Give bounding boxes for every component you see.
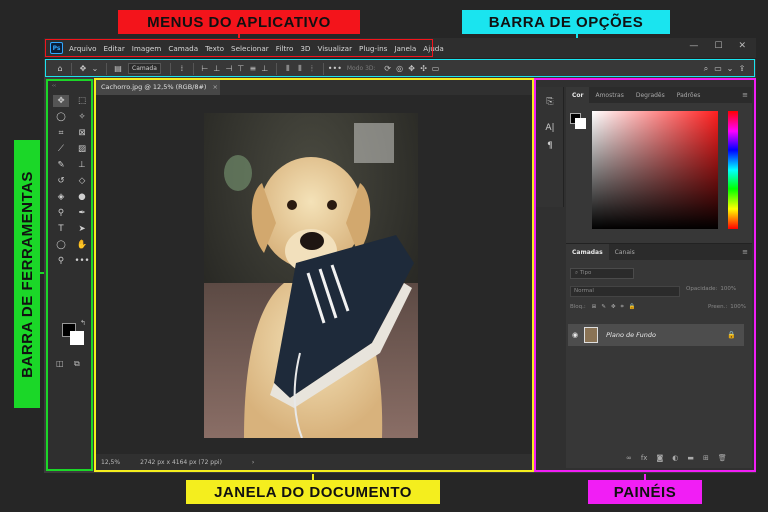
tools-highlight-frame [46,79,93,471]
window-controls: — ☐ ✕ [689,41,746,51]
document-highlight-frame [94,78,534,472]
callout-tools-label: BARRA DE FERRAMENTAS [14,140,40,408]
callout-document-label: JANELA DO DOCUMENTO [186,480,440,504]
options-highlight-frame [45,59,755,77]
connector-panels [644,474,646,480]
minimize-button[interactable]: — [689,41,698,51]
callout-panels-label: PAINÉIS [588,480,702,504]
maximize-button[interactable]: ☐ [714,41,722,51]
connector-document [312,474,314,480]
panels-highlight-frame [534,78,756,472]
callout-options-label: BARRA DE OPÇÕES [462,10,670,34]
callout-tools-text: BARRA DE FERRAMENTAS [18,170,36,378]
menus-highlight-frame [45,39,433,57]
close-button[interactable]: ✕ [738,41,746,51]
callout-menus-label: MENUS DO APLICATIVO [118,10,360,34]
photoshop-window: Ps Arquivo Editar Imagem Camada Texto Se… [44,38,756,473]
